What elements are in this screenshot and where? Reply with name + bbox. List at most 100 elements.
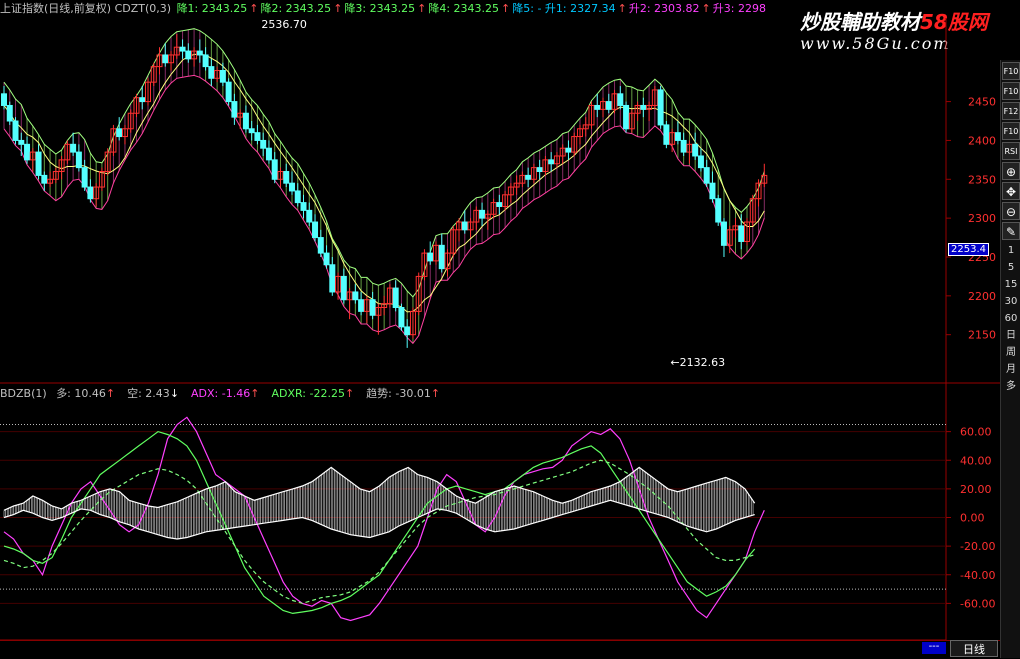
toolbar-button-2[interactable]: F12 [1002,102,1020,120]
price-tick-label: 2350 [968,173,996,186]
period-day-button[interactable]: 日线 [950,640,998,657]
indicator-tick-label: 60.00 [960,426,992,439]
price-tick-label: 2450 [968,96,996,109]
candle-body [352,291,359,301]
candle-body [340,275,347,301]
candle-body [697,155,704,169]
chart-canvas[interactable]: 24502400235023002250220021502536.70←2132… [0,0,1000,658]
candle-body [179,46,186,52]
zoom-out-icon[interactable]: ⊖ [1002,202,1020,220]
toolbar-button-3[interactable]: F10 [1002,122,1020,140]
candle-body [75,151,82,169]
toolbar-button-4[interactable]: RSI [1002,142,1020,160]
candle-body [369,299,376,316]
candle-body [548,159,555,165]
candle-body [312,221,319,239]
candle-body [323,252,330,266]
arrow-up-icon: ↑ [105,387,116,400]
period-button-30[interactable]: 30 [1001,293,1020,310]
candle-body [202,54,209,68]
candle-body [41,174,48,184]
candle-body [715,198,722,223]
period-button-周[interactable]: 周 [1001,344,1020,361]
candle-body [709,182,716,200]
candle-body [265,147,272,161]
zoom-in-icon[interactable]: ⊕ [1002,162,1020,180]
candle-body [139,97,146,103]
candle-body [300,202,307,211]
candle-body [219,70,226,83]
candle-body [283,171,290,184]
indicator-bar: BDZB(1) 多: 10.46↑ 空: 2.43↓ ADX: -1.46↑ ADXR… [0,385,960,401]
period-button-15[interactable]: 15 [1001,276,1020,293]
candle-body [87,186,94,200]
draw-icon[interactable]: ✎ [1002,222,1020,240]
candle-body [24,143,31,161]
candle-body [35,151,42,176]
period-button-月[interactable]: 月 [1001,361,1020,378]
period-button-1[interactable]: 1 [1001,242,1020,259]
candle-body [12,120,19,141]
price-annotation: ←2132.63 [670,356,725,369]
move-icon[interactable]: ✥ [1002,182,1020,200]
candle-body [231,101,238,118]
period-button-60[interactable]: 60 [1001,310,1020,327]
candle-body [398,306,405,328]
period-button-日[interactable]: 日 [1001,327,1020,344]
arrow-up-icon: ↑ [250,387,260,400]
candle-body [565,147,572,153]
candle-body [288,182,295,192]
price-tick-label: 2200 [968,290,996,303]
arrow-up-icon: ↑ [430,387,441,400]
candle-body [438,244,445,270]
candle-body [525,174,532,180]
indicator-tick-label: -60.00 [960,597,995,610]
indicator-value-2: ADX: -1.46↑ [191,387,260,400]
candle-body [617,93,624,106]
candle-body [248,128,255,134]
indicator-name: BDZB(1) [0,387,47,400]
candle-body [294,190,301,204]
price-tick-label: 2300 [968,212,996,225]
candle-body [640,104,647,110]
candle-body [81,167,88,188]
candle-body [254,132,261,141]
candle-body [536,167,543,173]
indicator-tick-label: -40.00 [960,569,995,582]
channel-upper-line [3,28,765,298]
candle-body [18,139,25,145]
candle-body [196,50,203,56]
candle-body [605,101,612,110]
indicator-tick-label: 40.00 [960,454,992,467]
candle-body [663,124,670,145]
candle-body [703,167,710,184]
candle-body [404,326,411,336]
candle-body [116,128,123,138]
candle-body [162,54,169,64]
period-button-多[interactable]: 多 [1001,378,1020,395]
candle-body [208,66,215,79]
candle-body [1,93,7,106]
toolbar-button-0[interactable]: F10 [1002,62,1020,80]
indicator-value-1: 空: 2.43↓ [127,387,180,400]
toolbar-button-1[interactable]: F10 [1002,82,1020,100]
scroll-button[interactable]: --- [922,642,946,654]
candle-body [674,132,681,141]
candle-body [692,143,699,157]
candle-body [496,202,503,207]
price-tick-label: 2150 [968,329,996,342]
candle-body [271,159,278,180]
time-axis-bar [0,640,1000,659]
period-button-5[interactable]: 5 [1001,259,1020,276]
candle-body [242,112,249,130]
indicator-tick-label: 20.00 [960,483,992,496]
candle-body [260,139,267,149]
candle-body [479,209,486,219]
arrow-down-icon: ↓ [169,387,180,400]
channel-mid-line [3,53,765,313]
price-annotation: 2536.70 [261,18,307,31]
candle-body [680,139,687,153]
price-tick-label: 2400 [968,134,996,147]
candle-body [657,89,664,126]
candle-body [306,209,313,223]
